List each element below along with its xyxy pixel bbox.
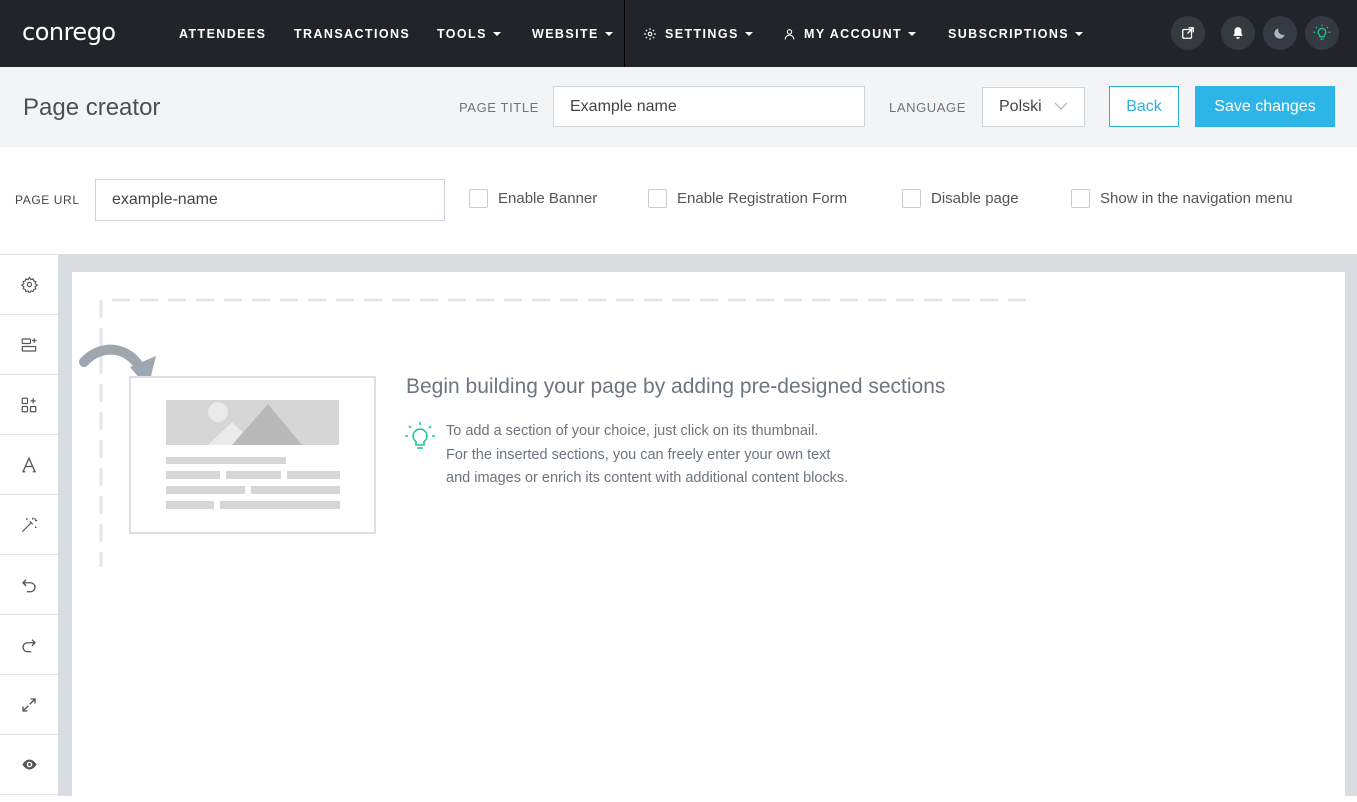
- gear-icon: [644, 27, 656, 40]
- caret-down-icon: [492, 31, 501, 36]
- language-label: LANGUAGE: [889, 100, 967, 115]
- description-line: To add a section of your choice, just cl…: [446, 423, 819, 439]
- page-header: Page creator PAGE TITLE Example name LAN…: [0, 67, 1357, 147]
- page-url-input[interactable]: example-name: [95, 179, 445, 221]
- caret-down-icon: [908, 31, 917, 36]
- typography-icon: [22, 456, 36, 472]
- preview-icon: [21, 759, 37, 770]
- checkbox-box[interactable]: [469, 189, 488, 208]
- back-button[interactable]: Back: [1109, 86, 1179, 127]
- chevron-down-icon: [1054, 102, 1068, 110]
- description-line: and images or enrich its content with ad…: [446, 470, 849, 486]
- page-title: Page creator: [23, 94, 161, 121]
- add-block-icon: [21, 397, 37, 412]
- add-section-tool-button[interactable]: [0, 315, 58, 375]
- editor-canvas-area: Begin building your page by adding pre-d…: [59, 254, 1357, 802]
- caret-down-icon: [1075, 31, 1083, 36]
- empty-state-description: To add a section of your choice, just cl…: [446, 420, 848, 491]
- external-link-button[interactable]: [1171, 16, 1205, 50]
- light-mode-button[interactable]: [1305, 16, 1339, 50]
- show-in-navigation-checkbox[interactable]: Show in the navigation menu: [1071, 189, 1293, 208]
- nav-tools[interactable]: TOOLS: [437, 0, 501, 67]
- nav-my-account[interactable]: MY ACCOUNT: [783, 0, 917, 67]
- nav-transactions[interactable]: TRANSACTIONS: [294, 0, 410, 67]
- checkbox-box[interactable]: [902, 189, 921, 208]
- lightbulb-icon: [405, 422, 435, 449]
- top-navbar: conrego ATTENDEES TRANSACTIONS TOOLS WEB…: [0, 0, 1357, 67]
- settings-icon: [20, 276, 38, 293]
- page-title-input[interactable]: Example name: [553, 86, 865, 127]
- language-select[interactable]: Polski: [982, 87, 1085, 127]
- nav-attendees[interactable]: ATTENDEES: [179, 0, 266, 67]
- page-url-label: PAGE URL: [15, 193, 80, 207]
- editor-toolbar: [0, 254, 59, 796]
- nav-settings[interactable]: SETTINGS: [643, 0, 753, 67]
- settings-tool-button[interactable]: [0, 255, 58, 315]
- page-canvas[interactable]: Begin building your page by adding pre-d…: [72, 272, 1345, 802]
- redo-icon: [22, 638, 36, 652]
- sun-icon: [1313, 24, 1331, 40]
- nav-website[interactable]: WEBSITE: [532, 0, 613, 67]
- add-section-icon: [21, 337, 37, 352]
- enable-banner-checkbox[interactable]: Enable Banner: [469, 189, 597, 208]
- disable-page-checkbox[interactable]: Disable page: [902, 189, 1019, 208]
- external-link-icon: [1182, 27, 1194, 39]
- undo-icon: [22, 578, 36, 592]
- page-options: PAGE URL example-name Enable Banner Enab…: [0, 147, 1357, 254]
- page-title-label: PAGE TITLE: [459, 100, 539, 115]
- preview-tool-button[interactable]: [0, 735, 58, 795]
- nav-subscriptions[interactable]: SUBSCRIPTIONS: [948, 0, 1083, 67]
- typography-tool-button[interactable]: [0, 435, 58, 495]
- moon-icon: [1274, 28, 1285, 39]
- magic-wand-icon: [21, 517, 38, 532]
- description-line: For the inserted sections, you can freel…: [446, 446, 831, 463]
- nav-divider: [624, 0, 625, 67]
- caret-down-icon: [744, 31, 753, 36]
- save-changes-button[interactable]: Save changes: [1195, 86, 1335, 127]
- redo-tool-button[interactable]: [0, 615, 58, 675]
- enable-registration-form-checkbox[interactable]: Enable Registration Form: [648, 189, 847, 208]
- dark-mode-button[interactable]: [1263, 16, 1297, 50]
- conrego-logo[interactable]: conrego: [22, 18, 116, 46]
- checkbox-box[interactable]: [648, 189, 667, 208]
- expand-icon: [22, 697, 36, 712]
- notifications-button[interactable]: [1221, 16, 1255, 50]
- bell-icon: [1233, 27, 1243, 39]
- add-block-tool-button[interactable]: [0, 375, 58, 435]
- undo-tool-button[interactable]: [0, 555, 58, 615]
- logo-text: conrego: [22, 18, 116, 46]
- caret-down-icon: [604, 31, 613, 36]
- checkbox-box[interactable]: [1071, 189, 1090, 208]
- fullscreen-tool-button[interactable]: [0, 675, 58, 735]
- empty-state-title: Begin building your page by adding pre-d…: [406, 375, 946, 398]
- magic-wand-tool-button[interactable]: [0, 495, 58, 555]
- user-icon: [784, 28, 795, 39]
